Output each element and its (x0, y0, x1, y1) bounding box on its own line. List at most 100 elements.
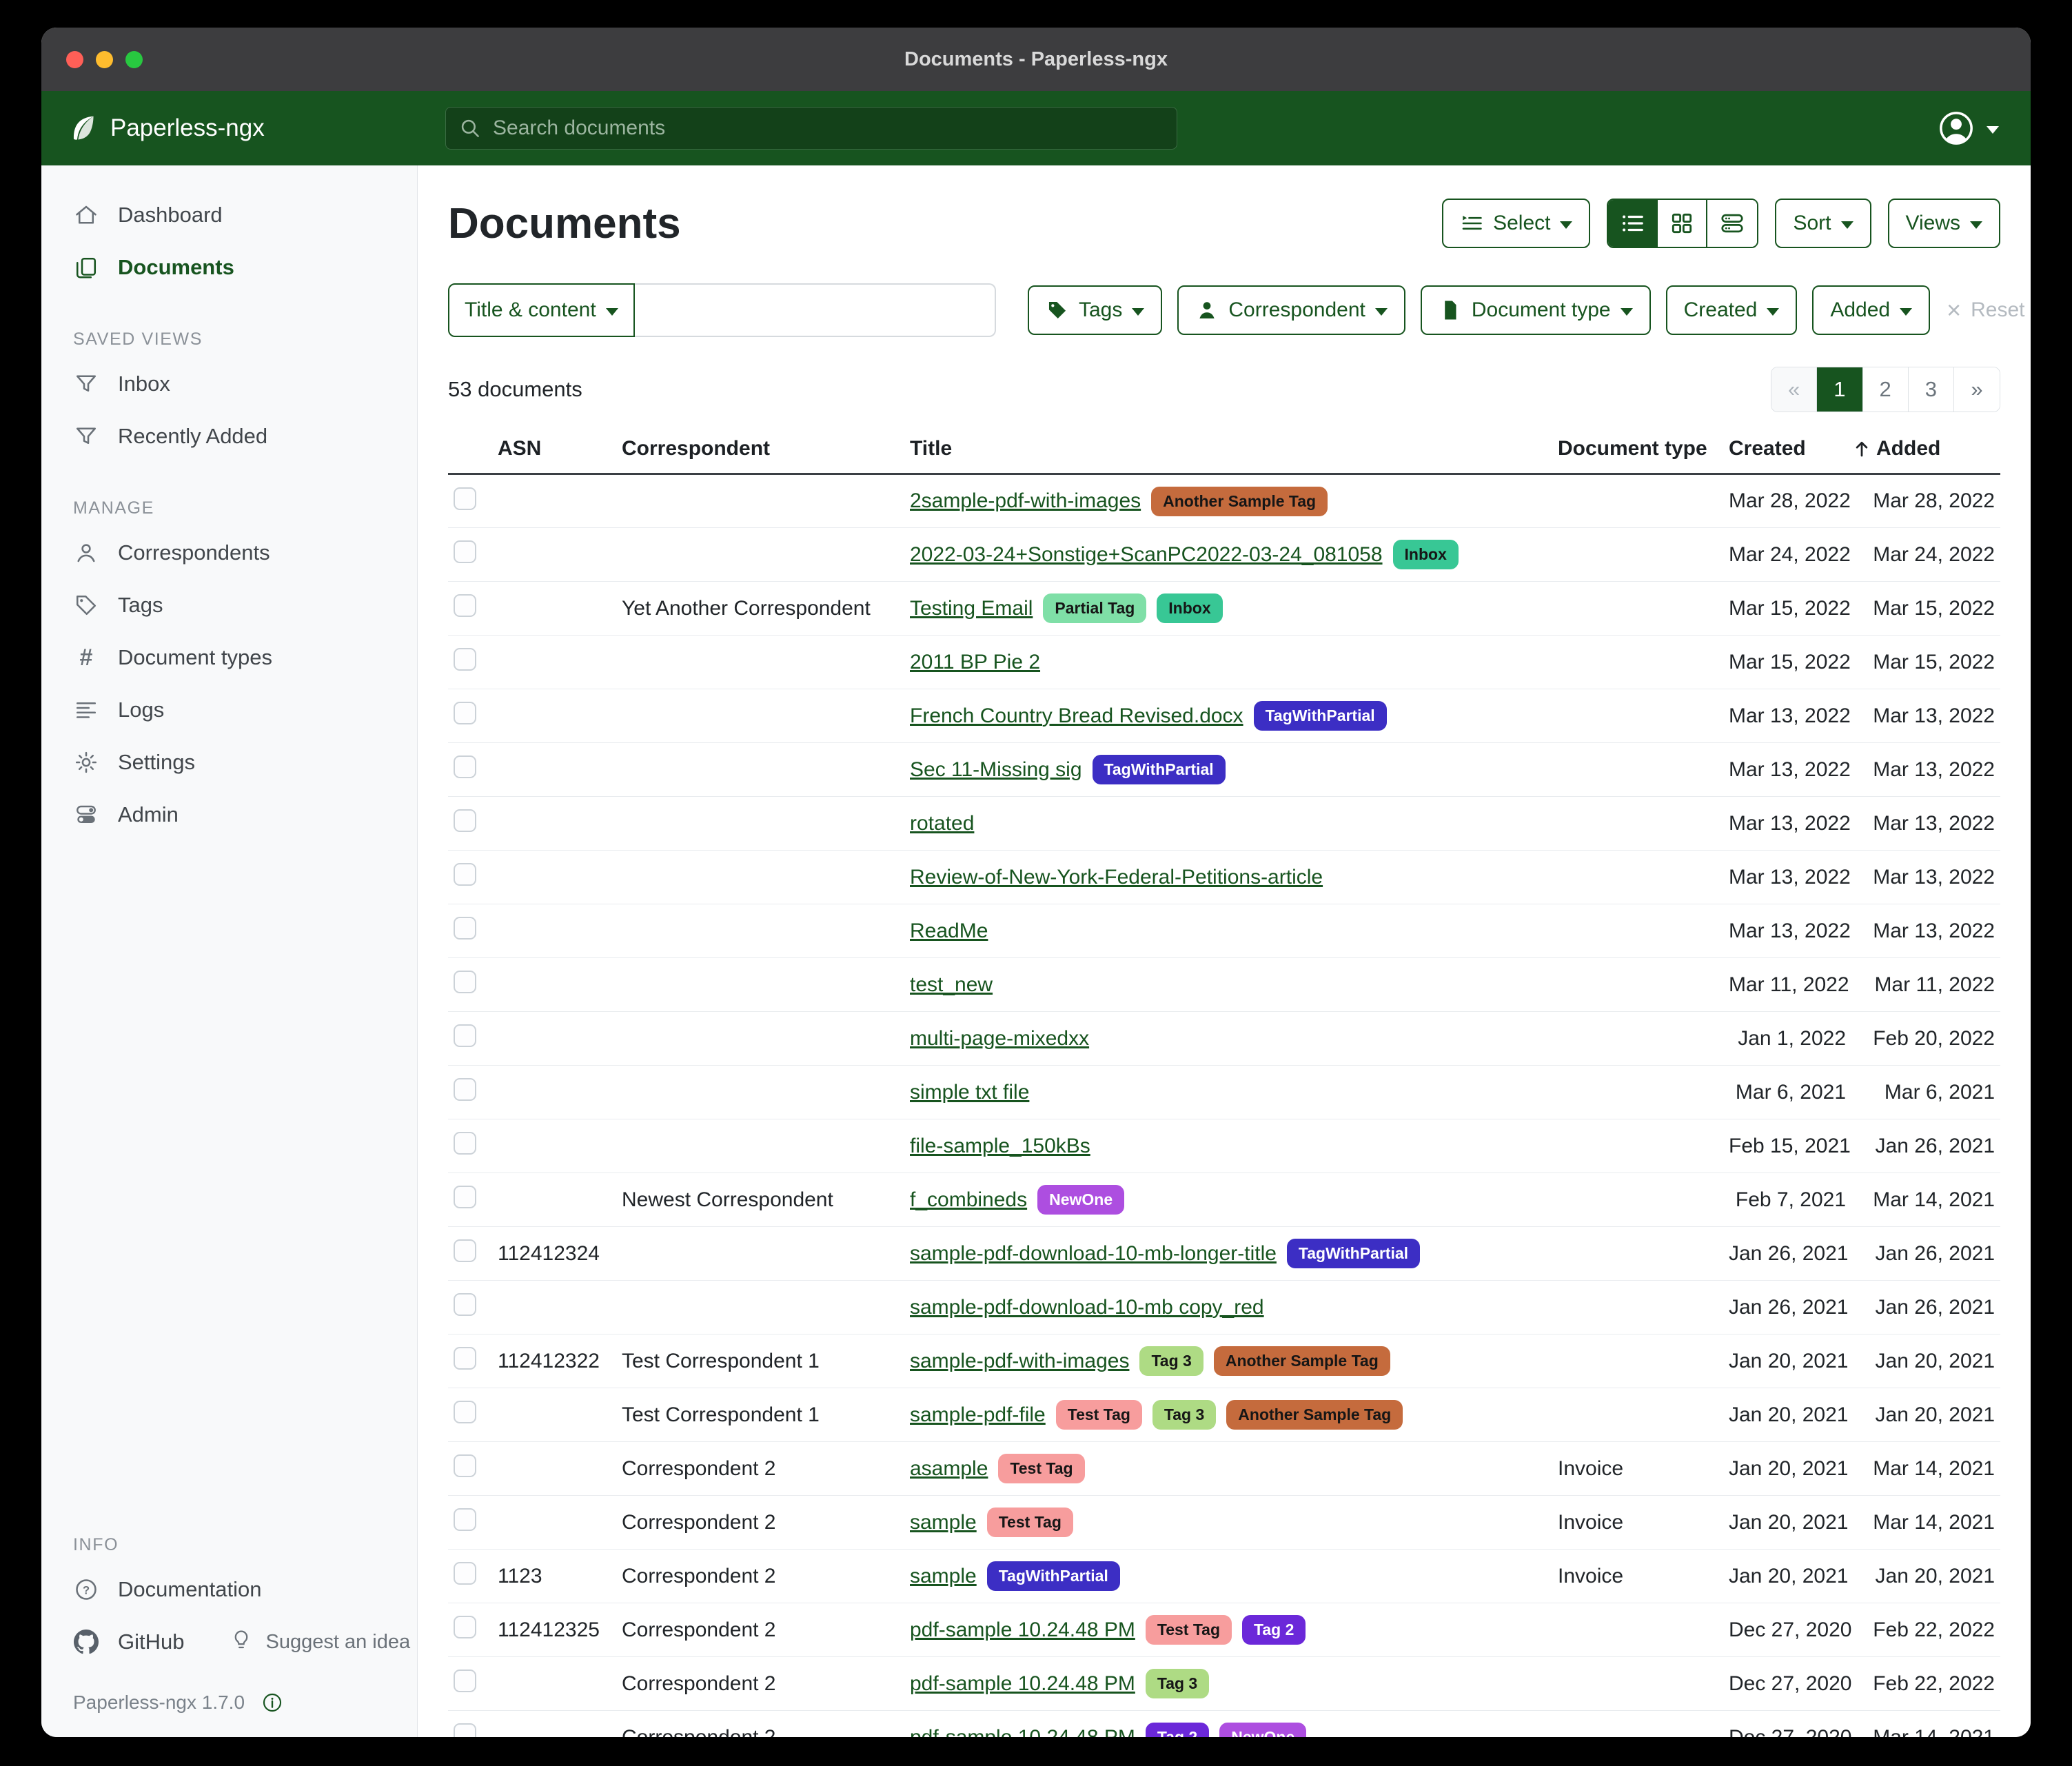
table-row[interactable]: 2022-03-24+Sonstige+ScanPC2022-03-24_081… (448, 528, 2000, 582)
sidebar-item-recently-added[interactable]: Recently Added (41, 410, 417, 463)
row-checkbox[interactable] (454, 702, 476, 724)
row-checkbox[interactable] (454, 1347, 476, 1370)
table-row[interactable]: Test Correspondent 1 sample-pdf-file Tes… (448, 1388, 2000, 1442)
row-checkbox[interactable] (454, 1562, 476, 1585)
sidebar-item-correspondents[interactable]: Correspondents (41, 527, 417, 579)
grid-view-button[interactable] (1658, 200, 1707, 247)
pagination-next-button[interactable]: » (1954, 367, 2000, 412)
table-row[interactable]: Newest Correspondent f_combineds NewOne … (448, 1173, 2000, 1227)
document-title-link[interactable]: rotated (910, 812, 974, 835)
minimize-window-button[interactable] (96, 51, 113, 68)
row-checkbox[interactable] (454, 1078, 476, 1101)
table-row[interactable]: 2sample-pdf-with-images Another Sample T… (448, 474, 2000, 528)
table-row[interactable]: test_new Mar 11, 2022 Mar 11, 2022 (448, 958, 2000, 1012)
document-title-link[interactable]: multi-page-mixedxx (910, 1027, 1089, 1051)
correspondent-column-header[interactable]: Correspondent (616, 430, 904, 474)
table-row[interactable]: Yet Another Correspondent Testing Email … (448, 582, 2000, 636)
table-row[interactable]: 1123 Correspondent 2 sample TagWithParti… (448, 1550, 2000, 1603)
search-type-dropdown[interactable]: Title & content (448, 283, 635, 337)
zoom-window-button[interactable] (125, 51, 143, 68)
table-row[interactable]: sample-pdf-download-10-mb copy_red Jan 2… (448, 1281, 2000, 1334)
tag-badge[interactable]: Tag 3 (1139, 1346, 1203, 1376)
document-title-link[interactable]: asample (910, 1457, 988, 1481)
pagination-prev-button[interactable]: « (1771, 367, 1817, 412)
row-checkbox[interactable] (454, 1454, 476, 1477)
tags-filter-button[interactable]: Tags (1028, 285, 1162, 335)
document-title-link[interactable]: pdf-sample 10.24.48 PM (910, 1672, 1135, 1696)
sidebar-item-document-types[interactable]: # Document types (41, 631, 417, 684)
document-title-link[interactable]: sample-pdf-download-10-mb-longer-title (910, 1242, 1277, 1266)
row-checkbox[interactable] (454, 1132, 476, 1155)
row-checkbox[interactable] (454, 1508, 476, 1531)
added-column-header[interactable]: Added (1851, 430, 2000, 474)
document-title-link[interactable]: French Country Bread Revised.docx (910, 704, 1243, 728)
tag-badge[interactable]: NewOne (1219, 1723, 1306, 1737)
document-title-link[interactable]: sample (910, 1565, 977, 1588)
tag-badge[interactable]: Test Tag (1146, 1615, 1232, 1645)
row-checkbox[interactable] (454, 594, 476, 617)
tag-badge[interactable]: TagWithPartial (987, 1561, 1120, 1591)
document-title-link[interactable]: sample-pdf-with-images (910, 1350, 1129, 1373)
row-checkbox[interactable] (454, 1723, 476, 1737)
sidebar-item-admin[interactable]: Admin (41, 789, 417, 841)
table-row[interactable]: ReadMe Mar 13, 2022 Mar 13, 2022 (448, 904, 2000, 958)
tag-badge[interactable]: NewOne (1037, 1185, 1124, 1215)
table-row[interactable]: Sec 11-Missing sig TagWithPartial Mar 13… (448, 743, 2000, 797)
table-row[interactable]: file-sample_150kBs Feb 15, 2021 Jan 26, … (448, 1119, 2000, 1173)
tag-badge[interactable]: Another Sample Tag (1226, 1400, 1403, 1430)
table-row[interactable]: multi-page-mixedxx Jan 1, 2022 Feb 20, 2… (448, 1012, 2000, 1066)
table-row[interactable]: Correspondent 2 pdf-sample 10.24.48 PM T… (448, 1711, 2000, 1738)
sidebar-item-tags[interactable]: Tags (41, 579, 417, 631)
row-checkbox[interactable] (454, 540, 476, 563)
row-checkbox[interactable] (454, 917, 476, 940)
document-title-link[interactable]: file-sample_150kBs (910, 1135, 1090, 1158)
document-type-filter-button[interactable]: Document type (1421, 285, 1651, 335)
title-column-header[interactable]: Title (904, 430, 1552, 474)
tag-badge[interactable]: Tag 3 (1146, 1669, 1209, 1698)
table-row[interactable]: 2011 BP Pie 2 Mar 15, 2022 Mar 15, 2022 (448, 636, 2000, 689)
close-window-button[interactable] (66, 51, 83, 68)
document-type-column-header[interactable]: Document type (1552, 430, 1723, 474)
document-title-link[interactable]: test_new (910, 973, 993, 997)
created-column-header[interactable]: Created (1723, 430, 1851, 474)
row-checkbox[interactable] (454, 1616, 476, 1638)
row-checkbox[interactable] (454, 755, 476, 778)
table-row[interactable]: Correspondent 2 asample Test Tag Invoice… (448, 1442, 2000, 1496)
document-title-link[interactable]: sample (910, 1511, 977, 1534)
document-title-link[interactable]: Testing Email (910, 597, 1033, 620)
filter-text-input[interactable] (635, 283, 996, 337)
document-title-link[interactable]: 2011 BP Pie 2 (910, 651, 1040, 674)
row-checkbox[interactable] (454, 1669, 476, 1692)
tag-badge[interactable]: Inbox (1157, 593, 1222, 623)
detail-view-button[interactable] (1707, 200, 1757, 247)
row-checkbox[interactable] (454, 1239, 476, 1262)
row-checkbox[interactable] (454, 809, 476, 832)
document-title-link[interactable]: ReadMe (910, 920, 988, 943)
table-row[interactable]: simple txt file Mar 6, 2021 Mar 6, 2021 (448, 1066, 2000, 1119)
document-title-link[interactable]: Review-of-New-York-Federal-Petitions-art… (910, 866, 1323, 889)
sidebar-item-logs[interactable]: Logs (41, 684, 417, 736)
document-title-link[interactable]: f_combineds (910, 1188, 1027, 1212)
table-row[interactable]: 112412324 sample-pdf-download-10-mb-long… (448, 1227, 2000, 1281)
correspondent-filter-button[interactable]: Correspondent (1177, 285, 1405, 335)
document-title-link[interactable]: pdf-sample 10.24.48 PM (910, 1618, 1135, 1642)
row-checkbox[interactable] (454, 1024, 476, 1047)
row-checkbox[interactable] (454, 1186, 476, 1208)
table-row[interactable]: Correspondent 2 sample Test Tag Invoice … (448, 1496, 2000, 1550)
pagination-page-2[interactable]: 2 (1863, 367, 1909, 412)
tag-badge[interactable]: Another Sample Tag (1151, 487, 1328, 516)
row-checkbox[interactable] (454, 1401, 476, 1423)
created-filter-button[interactable]: Created (1666, 285, 1798, 335)
info-circle-icon[interactable] (261, 1692, 283, 1714)
tag-badge[interactable]: Tag 3 (1152, 1400, 1216, 1430)
tag-badge[interactable]: Test Tag (998, 1454, 1084, 1483)
document-title-link[interactable]: simple txt file (910, 1081, 1029, 1104)
added-filter-button[interactable]: Added (1812, 285, 1930, 335)
row-checkbox[interactable] (454, 487, 476, 510)
table-row[interactable]: rotated Mar 13, 2022 Mar 13, 2022 (448, 797, 2000, 851)
brand[interactable]: Paperless-ngx (68, 113, 265, 143)
user-menu[interactable] (1937, 109, 1999, 148)
document-title-link[interactable]: sample-pdf-file (910, 1403, 1046, 1427)
search-input[interactable] (493, 116, 1164, 140)
tag-badge[interactable]: Inbox (1393, 540, 1459, 569)
